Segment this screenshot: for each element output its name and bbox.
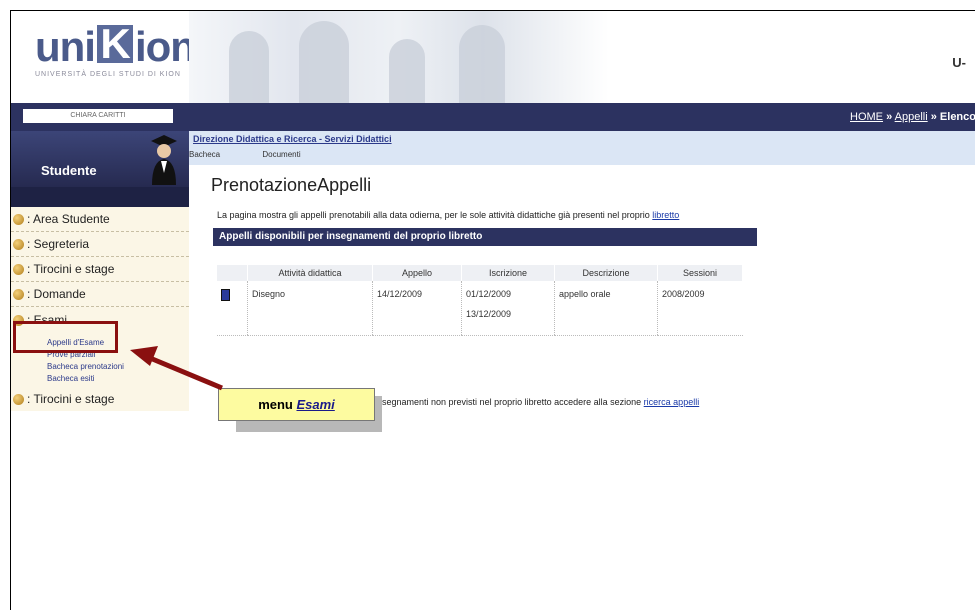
screen-frame: uni Kion UNIVERSITÀ DEGLI STUDI DI KION U… [10,10,975,610]
iscrizione-to: 13/12/2009 [466,309,512,319]
intro-body: La pagina mostra gli appelli prenotabili… [217,210,650,220]
callout-emphasis: Esami [296,397,335,412]
service-bar: Direzione Didattica e Ricerca - Servizi … [189,131,975,165]
bullet-icon [13,288,24,300]
cell-descrizione: appello orale [554,281,658,336]
col-descrizione: Descrizione [554,265,658,281]
col-sessioni: Sessioni [657,265,743,281]
cell-iscrizione: 01/12/2009 13/12/2009 [461,281,555,336]
page-title: PrenotazioneAppelli [211,175,372,195]
appelli-table: Attività didattica Appello Iscrizione De… [217,265,743,336]
sidebar-item-label: : Tirocini e stage [27,262,115,276]
tab-documenti[interactable]: Documenti [262,150,300,159]
cell-attivita: Disegno [247,281,373,336]
role-banner: Studente [11,131,189,187]
libretto-link[interactable]: libretto [652,210,679,220]
sidebar-item-label: : Segreteria [27,237,90,251]
cell-sessioni: 2008/2009 [657,281,743,336]
iscrizione-from: 01/12/2009 [466,289,512,299]
callout-menu-esami: menu Esami [218,388,375,421]
table-section-header: Appelli disponibili per insegnamenti del… [213,228,757,246]
service-tabs: Bacheca Documenti [189,150,341,159]
user-bar: CHIARA CARITTI [11,103,189,131]
row-book-cell [217,281,248,336]
direzione-link[interactable]: Direzione Didattica e Ricerca - Servizi … [193,134,392,144]
sidebar-item-label: : Area Studente [27,212,110,226]
col-attivita: Attività didattica [247,265,373,281]
logo[interactable]: uni Kion UNIVERSITÀ DEGLI STUDI DI KION [35,23,196,79]
header-right-text: U- [952,55,966,70]
breadcrumb-separator: » [930,111,937,123]
sidebar: CHIARA CARITTI Studente : Area Studente … [11,103,189,453]
cell-appello: 14/12/2009 [372,281,462,336]
sidebar-spacer [11,187,189,207]
logo-prefix: uni [35,23,96,70]
col-appello: Appello [372,265,462,281]
breadcrumb-home[interactable]: HOME [850,111,883,123]
table-header-row: Attività didattica Appello Iscrizione De… [217,265,743,281]
logo-suffix: ion [134,23,196,70]
sidebar-menu: : Area Studente : Segreteria : Tirocini … [11,207,189,411]
col-icon [217,265,248,281]
bullet-icon [13,263,24,275]
bullet-icon [13,238,24,250]
note-body: insegnamenti non previsti nel proprio li… [375,397,642,407]
role-label: Studente [41,163,97,178]
table-row: Disegno 14/12/2009 01/12/2009 13/12/2009 … [217,281,743,336]
tab-bacheca[interactable]: Bacheca [189,150,220,159]
header: uni Kion UNIVERSITÀ DEGLI STUDI DI KION U… [11,11,975,103]
note-text: insegnamenti non previsti nel proprio li… [375,397,699,407]
book-icon[interactable] [221,289,230,301]
logo-wordmark: uni Kion [35,23,196,70]
logo-subtitle: UNIVERSITÀ DEGLI STUDI DI KION [35,71,181,78]
top-navbar: HOME » Appelli » Elenco [189,103,975,131]
sidebar-item-domande[interactable]: : Domande [11,282,189,307]
sidebar-item-tirocini[interactable]: : Tirocini e stage [11,257,189,282]
sidebar-item-tirocini-2[interactable]: : Tirocini e stage [11,387,189,411]
submenu-bacheca-esiti[interactable]: Bacheca esiti [47,373,189,385]
main-content: Direzione Didattica e Ricerca - Servizi … [189,131,975,601]
sidebar-item-segreteria[interactable]: : Segreteria [11,232,189,257]
user-name: CHIARA CARITTI [23,109,173,123]
callout-prefix: menu [258,397,293,412]
col-iscrizione: Iscrizione [461,265,555,281]
sidebar-item-label: : Tirocini e stage [27,392,115,406]
bullet-icon [13,213,24,225]
breadcrumb: HOME » Appelli » Elenco [850,111,975,123]
ricerca-appelli-link[interactable]: ricerca appelli [644,397,700,407]
sidebar-item-label: : Domande [27,287,86,301]
intro-text: La pagina mostra gli appelli prenotabili… [217,210,679,220]
breadcrumb-current: Elenco [939,111,975,123]
logo-k: K [96,23,133,65]
esami-highlight-box [13,321,118,353]
sidebar-item-area-studente[interactable]: : Area Studente [11,207,189,232]
header-photo [189,11,609,103]
breadcrumb-appelli[interactable]: Appelli [895,111,928,123]
breadcrumb-separator: » [886,111,893,123]
bullet-icon [13,393,24,405]
graduate-avatar-icon [151,135,177,185]
submenu-bacheca-prenotazioni[interactable]: Bacheca prenotazioni [47,361,189,373]
